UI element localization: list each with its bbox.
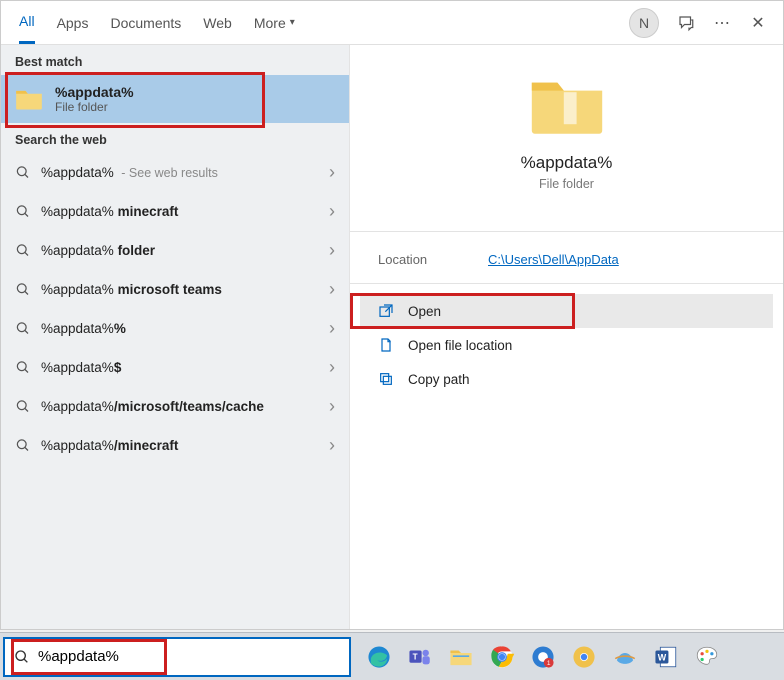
app-icon-1[interactable]: 1 [527, 641, 559, 673]
search-icon [15, 282, 31, 297]
suggestion-item[interactable]: %appdata%% › [1, 309, 349, 348]
annotation-searchbox [11, 639, 167, 675]
web-suggestions: %appdata% - See web results › %appdata% … [1, 153, 349, 465]
tab-web[interactable]: Web [203, 1, 232, 44]
edge-icon[interactable] [363, 641, 395, 673]
action-open[interactable]: Open [360, 294, 773, 328]
suggestion-text: %appdata%/minecraft [41, 438, 319, 453]
preview-subtitle: File folder [539, 177, 594, 191]
suggestion-item[interactable]: %appdata%/minecraft › [1, 426, 349, 465]
search-icon [14, 649, 30, 665]
folder-icon [15, 87, 43, 111]
explorer-icon[interactable] [445, 641, 477, 673]
open-icon [378, 303, 394, 319]
app-icon-2[interactable] [609, 641, 641, 673]
chevron-right-icon: › [329, 357, 335, 378]
action-open-file-location[interactable]: Open file location [360, 328, 773, 362]
copy-icon [378, 371, 394, 387]
action-copy-path[interactable]: Copy path [360, 362, 773, 396]
chevron-right-icon: › [329, 435, 335, 456]
preview-pane: %appdata% File folder Location C:\Users\… [349, 45, 783, 629]
word-icon[interactable]: W [650, 641, 682, 673]
search-input[interactable] [38, 648, 158, 665]
filelocation-icon [378, 337, 394, 353]
action-list: Open Open file location Copy path [350, 294, 783, 396]
chevron-right-icon: › [329, 279, 335, 300]
location-label: Location [378, 252, 488, 267]
search-icon [15, 243, 31, 258]
svg-text:W: W [658, 652, 667, 662]
chevron-right-icon: › [329, 201, 335, 222]
header-actions: N ⋯ ✕ [629, 8, 777, 38]
svg-text:1: 1 [547, 660, 551, 667]
divider [350, 231, 783, 232]
folder-large-icon [528, 73, 606, 137]
chrome-icon[interactable] [486, 641, 518, 673]
paint-icon[interactable] [691, 641, 723, 673]
feedback-icon[interactable] [677, 14, 695, 32]
tab-all[interactable]: All [19, 1, 35, 44]
best-match-title: %appdata% [55, 84, 134, 100]
best-match-item[interactable]: %appdata% File folder [1, 75, 349, 123]
user-avatar[interactable]: N [629, 8, 659, 38]
suggestion-text: %appdata% minecraft [41, 204, 319, 219]
best-match-label: Best match [1, 45, 349, 75]
suggestion-item[interactable]: %appdata%$ › [1, 348, 349, 387]
chevron-right-icon: › [329, 162, 335, 183]
close-icon[interactable]: ✕ [749, 14, 767, 32]
search-icon [15, 399, 31, 414]
filter-tabs: All Apps Documents Web More▾ [7, 1, 295, 44]
chrome-canary-icon[interactable] [568, 641, 600, 673]
taskbar: T 1 W [0, 632, 784, 680]
suggestion-item[interactable]: %appdata%/microsoft/teams/cache › [1, 387, 349, 426]
search-icon [15, 321, 31, 336]
suggestion-item[interactable]: %appdata% minecraft › [1, 192, 349, 231]
suggestion-item[interactable]: %appdata% folder › [1, 231, 349, 270]
chevron-right-icon: › [329, 240, 335, 261]
suggestion-text: %appdata%% [41, 321, 319, 336]
divider [350, 283, 783, 284]
tab-apps[interactable]: Apps [57, 1, 89, 44]
header: All Apps Documents Web More▾ N ⋯ ✕ [1, 1, 783, 45]
action-label: Copy path [408, 372, 470, 387]
best-match-subtitle: File folder [55, 100, 134, 114]
tab-more[interactable]: More▾ [254, 1, 295, 44]
preview-title: %appdata% [521, 153, 613, 173]
results-pane: Best match %appdata% File folder Search … [1, 45, 349, 629]
search-icon [15, 165, 31, 180]
taskbar-apps: T 1 W [351, 641, 723, 673]
action-label: Open file location [408, 338, 512, 353]
chevron-right-icon: › [329, 396, 335, 417]
suggestion-item[interactable]: %appdata% microsoft teams › [1, 270, 349, 309]
taskbar-search[interactable] [3, 637, 351, 677]
teams-icon[interactable]: T [404, 641, 436, 673]
location-row: Location C:\Users\Dell\AppData [350, 242, 783, 277]
location-link[interactable]: C:\Users\Dell\AppData [488, 252, 619, 267]
search-panel: All Apps Documents Web More▾ N ⋯ ✕ Best … [0, 0, 784, 630]
suggestion-text: %appdata% - See web results [41, 165, 319, 180]
suggestion-item[interactable]: %appdata% - See web results › [1, 153, 349, 192]
more-icon[interactable]: ⋯ [713, 14, 731, 32]
suggestion-text: %appdata% microsoft teams [41, 282, 319, 297]
svg-text:T: T [413, 652, 418, 661]
search-web-label: Search the web [1, 123, 349, 153]
suggestion-text: %appdata%$ [41, 360, 319, 375]
chevron-right-icon: › [329, 318, 335, 339]
search-icon [15, 204, 31, 219]
action-label: Open [408, 304, 441, 319]
body: Best match %appdata% File folder Search … [1, 45, 783, 629]
chevron-down-icon: ▾ [290, 17, 295, 28]
suggestion-text: %appdata% folder [41, 243, 319, 258]
search-icon [15, 438, 31, 453]
search-icon [15, 360, 31, 375]
tab-documents[interactable]: Documents [110, 1, 181, 44]
suggestion-text: %appdata%/microsoft/teams/cache [41, 399, 319, 414]
